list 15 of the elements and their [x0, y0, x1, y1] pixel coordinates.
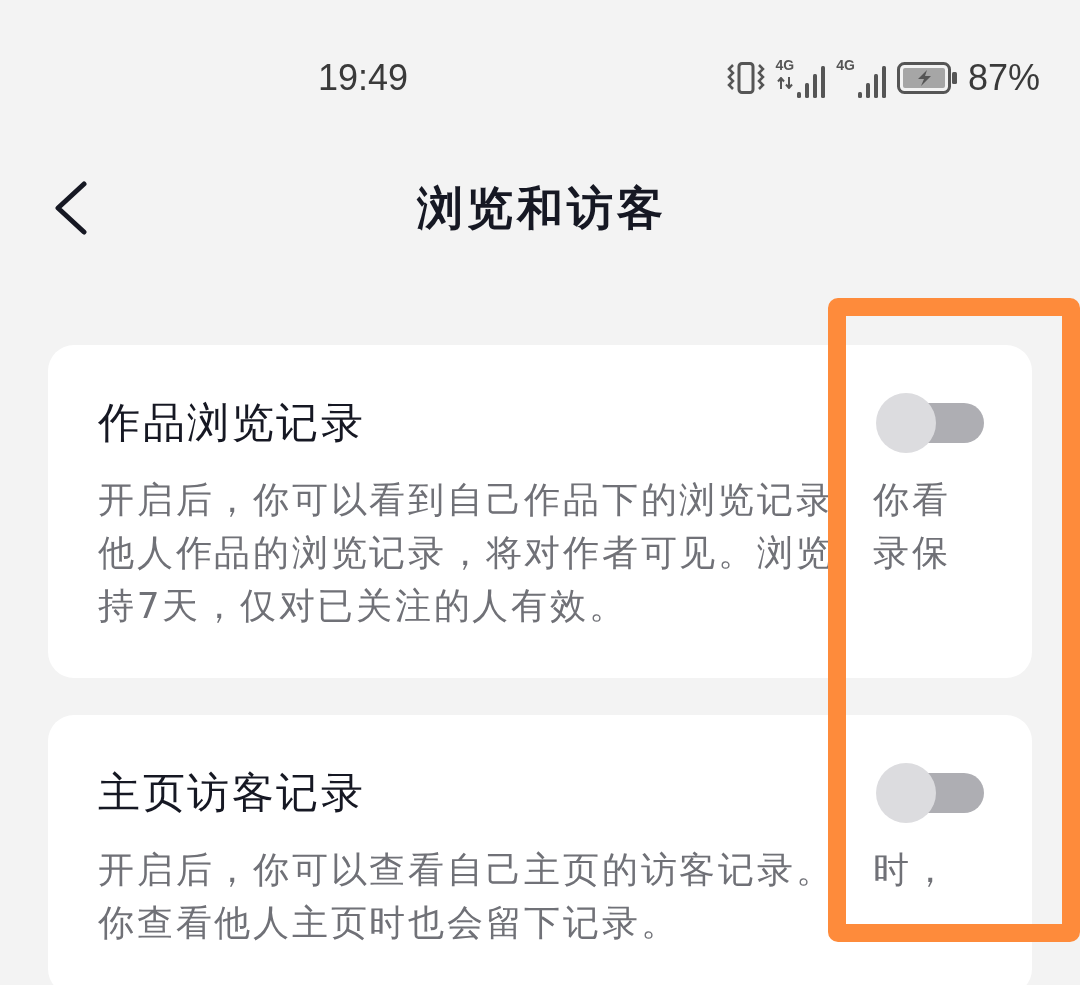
vibrate-icon — [726, 62, 765, 94]
battery-percentage: 87% — [967, 58, 1040, 98]
clock-time: 19:49 — [318, 58, 409, 98]
toggle-switch[interactable] — [876, 763, 984, 823]
network-type-label: 4G — [836, 58, 855, 72]
setting-description: 开启后，你可以查看自己主页的访客记录。 时，你查看他人主页时也会留下记录。 — [98, 848, 952, 945]
setting-title: 主页访客记录 — [98, 767, 365, 819]
back-icon[interactable] — [54, 181, 88, 235]
network-type-label: 4G — [775, 58, 795, 72]
signal-bars-icon — [797, 66, 826, 98]
toggle-switch[interactable] — [876, 393, 984, 453]
setting-title: 作品浏览记录 — [98, 397, 365, 449]
battery-charging-icon — [896, 62, 957, 94]
page-title: 浏览和访客 — [415, 180, 667, 237]
signal-bars-icon — [857, 66, 886, 98]
